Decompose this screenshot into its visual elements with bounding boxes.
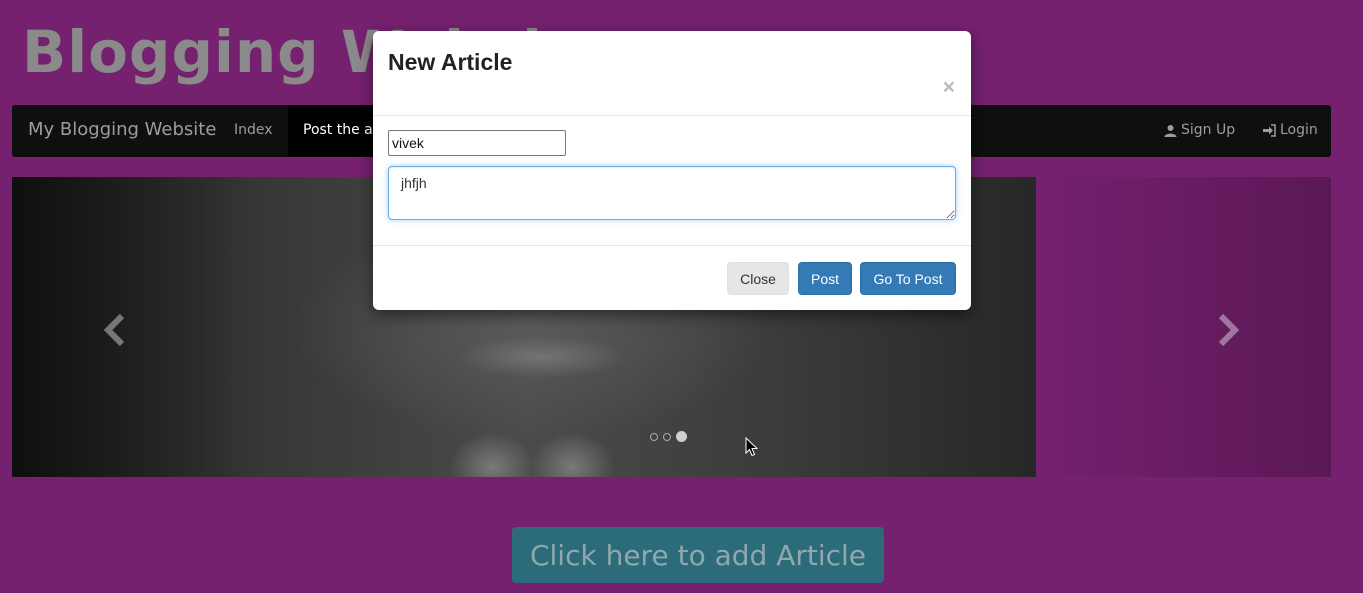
modal-header: New Article ×: [373, 31, 971, 116]
login-icon: [1263, 123, 1276, 137]
carousel-right-control-area[interactable]: [1036, 177, 1331, 477]
nav-link-index[interactable]: Index: [234, 122, 273, 138]
article-title-input[interactable]: [388, 130, 566, 156]
login-label: Login: [1280, 122, 1318, 138]
carousel-indicator-active[interactable]: [676, 431, 687, 442]
carousel-indicator[interactable]: [650, 432, 658, 441]
signup-link[interactable]: Sign Up: [1164, 122, 1235, 138]
modal-title: New Article: [388, 49, 513, 75]
user-icon: [1164, 124, 1177, 137]
chevron-right-icon[interactable]: [1217, 313, 1241, 356]
post-button[interactable]: Post: [798, 262, 852, 295]
modal-footer: Close Post Go To Post: [373, 245, 971, 311]
close-button[interactable]: Close: [727, 262, 789, 295]
add-article-button[interactable]: Click here to add Article: [512, 527, 884, 583]
article-body-textarea[interactable]: jhfjh: [388, 166, 956, 220]
close-icon[interactable]: ×: [943, 77, 955, 98]
carousel-indicator[interactable]: [663, 432, 671, 441]
login-link[interactable]: Login: [1263, 122, 1318, 138]
go-to-post-button[interactable]: Go To Post: [860, 262, 956, 295]
chevron-left-icon[interactable]: [102, 313, 126, 356]
mouse-cursor-icon: [745, 437, 759, 457]
navbar-brand[interactable]: My Blogging Website: [28, 119, 216, 140]
signup-label: Sign Up: [1181, 122, 1236, 138]
new-article-modal: New Article × jhfjh Close Post Go To Pos…: [373, 31, 971, 310]
carousel-indicators: [650, 431, 687, 442]
